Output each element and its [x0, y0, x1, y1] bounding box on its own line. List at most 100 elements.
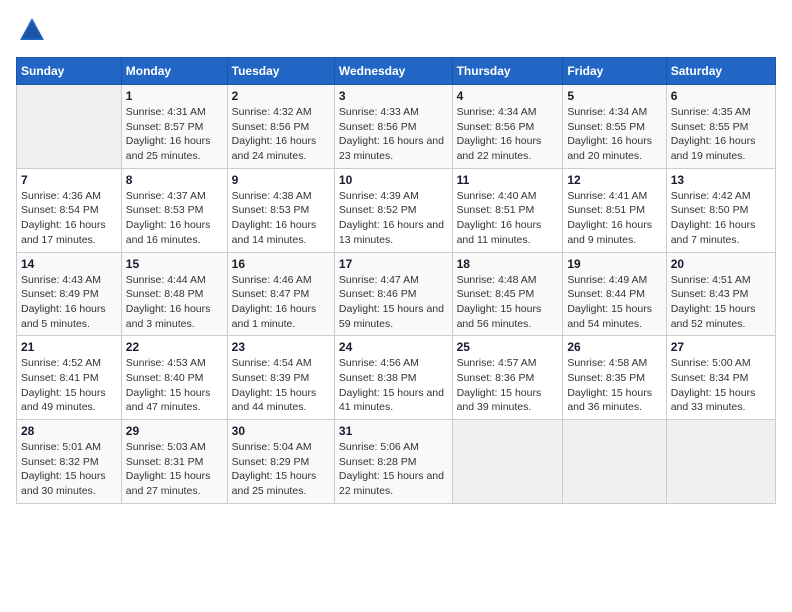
- calendar-week-row: 14 Sunrise: 4:43 AM Sunset: 8:49 PM Dayli…: [17, 252, 776, 336]
- day-info: Sunrise: 4:48 AM Sunset: 8:45 PM Dayligh…: [457, 273, 559, 332]
- weekday-header: Thursday: [452, 58, 563, 85]
- calendar-cell: 18 Sunrise: 4:48 AM Sunset: 8:45 PM Dayli…: [452, 252, 563, 336]
- calendar-cell: 13Sunrise: 4:42 AM Sunset: 8:50 PM Dayli…: [666, 168, 775, 252]
- day-info: Sunrise: 4:43 AM Sunset: 8:49 PM Dayligh…: [21, 273, 117, 332]
- day-number: 15: [126, 257, 223, 271]
- calendar-cell: 11 Sunrise: 4:40 AM Sunset: 8:51 PM Dayli…: [452, 168, 563, 252]
- day-number: 13: [671, 173, 771, 187]
- weekday-header-row: SundayMondayTuesdayWednesdayThursdayFrid…: [17, 58, 776, 85]
- day-number: 12: [567, 173, 661, 187]
- day-info: Sunrise: 4:34 AM Sunset: 8:56 PM Dayligh…: [457, 105, 559, 164]
- calendar-cell: 8 Sunrise: 4:37 AM Sunset: 8:53 PM Daylig…: [121, 168, 227, 252]
- calendar-cell: 5 Sunrise: 4:34 AM Sunset: 8:55 PM Daylig…: [563, 85, 666, 169]
- day-number: 27: [671, 340, 771, 354]
- day-number: 20: [671, 257, 771, 271]
- day-info: Sunrise: 5:00 AM Sunset: 8:34 PM Dayligh…: [671, 356, 771, 415]
- calendar-week-row: 21 Sunrise: 4:52 AM Sunset: 8:41 PM Dayli…: [17, 336, 776, 420]
- logo: [16, 16, 46, 49]
- calendar-cell: 21 Sunrise: 4:52 AM Sunset: 8:41 PM Dayli…: [17, 336, 122, 420]
- day-number: 19: [567, 257, 661, 271]
- calendar-cell: 31 Sunrise: 5:06 AM Sunset: 8:28 PM Dayli…: [334, 420, 452, 504]
- weekday-header: Tuesday: [227, 58, 334, 85]
- calendar-cell: 28 Sunrise: 5:01 AM Sunset: 8:32 PM Dayli…: [17, 420, 122, 504]
- calendar-cell: 6Sunrise: 4:35 AM Sunset: 8:55 PM Daylig…: [666, 85, 775, 169]
- weekday-header: Monday: [121, 58, 227, 85]
- logo-icon: [18, 16, 46, 44]
- day-number: 6: [671, 89, 771, 103]
- day-info: Sunrise: 4:40 AM Sunset: 8:51 PM Dayligh…: [457, 189, 559, 248]
- day-info: Sunrise: 4:46 AM Sunset: 8:47 PM Dayligh…: [232, 273, 330, 332]
- day-number: 24: [339, 340, 448, 354]
- day-number: 11: [457, 173, 559, 187]
- day-number: 31: [339, 424, 448, 438]
- calendar-cell: 16 Sunrise: 4:46 AM Sunset: 8:47 PM Dayli…: [227, 252, 334, 336]
- weekday-header: Friday: [563, 58, 666, 85]
- day-number: 9: [232, 173, 330, 187]
- day-info: Sunrise: 5:03 AM Sunset: 8:31 PM Dayligh…: [126, 440, 223, 499]
- calendar-cell: 10Sunrise: 4:39 AM Sunset: 8:52 PM Dayli…: [334, 168, 452, 252]
- day-info: Sunrise: 4:53 AM Sunset: 8:40 PM Dayligh…: [126, 356, 223, 415]
- calendar-cell: 20 Sunrise: 4:51 AM Sunset: 8:43 PM Dayli…: [666, 252, 775, 336]
- day-info: Sunrise: 4:36 AM Sunset: 8:54 PM Dayligh…: [21, 189, 117, 248]
- day-number: 4: [457, 89, 559, 103]
- day-number: 1: [126, 89, 223, 103]
- calendar-cell: 15 Sunrise: 4:44 AM Sunset: 8:48 PM Dayli…: [121, 252, 227, 336]
- calendar-cell: [563, 420, 666, 504]
- calendar-table: SundayMondayTuesdayWednesdayThursdayFrid…: [16, 57, 776, 504]
- calendar-cell: 23 Sunrise: 4:54 AM Sunset: 8:39 PM Dayli…: [227, 336, 334, 420]
- calendar-cell: 26 Sunrise: 4:58 AM Sunset: 8:35 PM Dayli…: [563, 336, 666, 420]
- day-number: 10: [339, 173, 448, 187]
- day-info: Sunrise: 4:51 AM Sunset: 8:43 PM Dayligh…: [671, 273, 771, 332]
- day-info: Sunrise: 4:56 AM Sunset: 8:38 PM Dayligh…: [339, 356, 448, 415]
- day-number: 3: [339, 89, 448, 103]
- day-info: Sunrise: 5:06 AM Sunset: 8:28 PM Dayligh…: [339, 440, 448, 499]
- day-number: 21: [21, 340, 117, 354]
- calendar-cell: [666, 420, 775, 504]
- calendar-cell: 22 Sunrise: 4:53 AM Sunset: 8:40 PM Dayli…: [121, 336, 227, 420]
- calendar-cell: [452, 420, 563, 504]
- day-number: 17: [339, 257, 448, 271]
- calendar-cell: [17, 85, 122, 169]
- weekday-header: Wednesday: [334, 58, 452, 85]
- calendar-cell: 2Sunrise: 4:32 AM Sunset: 8:56 PM Daylig…: [227, 85, 334, 169]
- calendar-week-row: 1Sunrise: 4:31 AM Sunset: 8:57 PM Daylig…: [17, 85, 776, 169]
- day-info: Sunrise: 4:37 AM Sunset: 8:53 PM Dayligh…: [126, 189, 223, 248]
- day-info: Sunrise: 5:04 AM Sunset: 8:29 PM Dayligh…: [232, 440, 330, 499]
- calendar-cell: 12Sunrise: 4:41 AM Sunset: 8:51 PM Dayli…: [563, 168, 666, 252]
- day-info: Sunrise: 4:44 AM Sunset: 8:48 PM Dayligh…: [126, 273, 223, 332]
- weekday-header: Saturday: [666, 58, 775, 85]
- calendar-cell: 4 Sunrise: 4:34 AM Sunset: 8:56 PM Daylig…: [452, 85, 563, 169]
- calendar-cell: 30 Sunrise: 5:04 AM Sunset: 8:29 PM Dayli…: [227, 420, 334, 504]
- day-number: 23: [232, 340, 330, 354]
- day-number: 8: [126, 173, 223, 187]
- day-number: 30: [232, 424, 330, 438]
- day-info: Sunrise: 4:33 AM Sunset: 8:56 PM Dayligh…: [339, 105, 448, 164]
- day-number: 5: [567, 89, 661, 103]
- weekday-header: Sunday: [17, 58, 122, 85]
- day-info: Sunrise: 5:01 AM Sunset: 8:32 PM Dayligh…: [21, 440, 117, 499]
- day-number: 28: [21, 424, 117, 438]
- calendar-cell: 7Sunrise: 4:36 AM Sunset: 8:54 PM Daylig…: [17, 168, 122, 252]
- day-number: 16: [232, 257, 330, 271]
- calendar-cell: 14 Sunrise: 4:43 AM Sunset: 8:49 PM Dayli…: [17, 252, 122, 336]
- day-number: 25: [457, 340, 559, 354]
- day-number: 18: [457, 257, 559, 271]
- calendar-week-row: 7Sunrise: 4:36 AM Sunset: 8:54 PM Daylig…: [17, 168, 776, 252]
- day-number: 29: [126, 424, 223, 438]
- day-number: 2: [232, 89, 330, 103]
- day-info: Sunrise: 4:52 AM Sunset: 8:41 PM Dayligh…: [21, 356, 117, 415]
- calendar-week-row: 28 Sunrise: 5:01 AM Sunset: 8:32 PM Dayli…: [17, 420, 776, 504]
- day-number: 14: [21, 257, 117, 271]
- day-info: Sunrise: 4:54 AM Sunset: 8:39 PM Dayligh…: [232, 356, 330, 415]
- calendar-cell: 1Sunrise: 4:31 AM Sunset: 8:57 PM Daylig…: [121, 85, 227, 169]
- day-number: 22: [126, 340, 223, 354]
- day-number: 26: [567, 340, 661, 354]
- calendar-cell: 9 Sunrise: 4:38 AM Sunset: 8:53 PM Daylig…: [227, 168, 334, 252]
- day-info: Sunrise: 4:34 AM Sunset: 8:55 PM Dayligh…: [567, 105, 661, 164]
- page-header: [16, 16, 776, 49]
- calendar-cell: 19Sunrise: 4:49 AM Sunset: 8:44 PM Dayli…: [563, 252, 666, 336]
- day-info: Sunrise: 4:47 AM Sunset: 8:46 PM Dayligh…: [339, 273, 448, 332]
- calendar-cell: 24 Sunrise: 4:56 AM Sunset: 8:38 PM Dayli…: [334, 336, 452, 420]
- day-info: Sunrise: 4:58 AM Sunset: 8:35 PM Dayligh…: [567, 356, 661, 415]
- day-info: Sunrise: 4:38 AM Sunset: 8:53 PM Dayligh…: [232, 189, 330, 248]
